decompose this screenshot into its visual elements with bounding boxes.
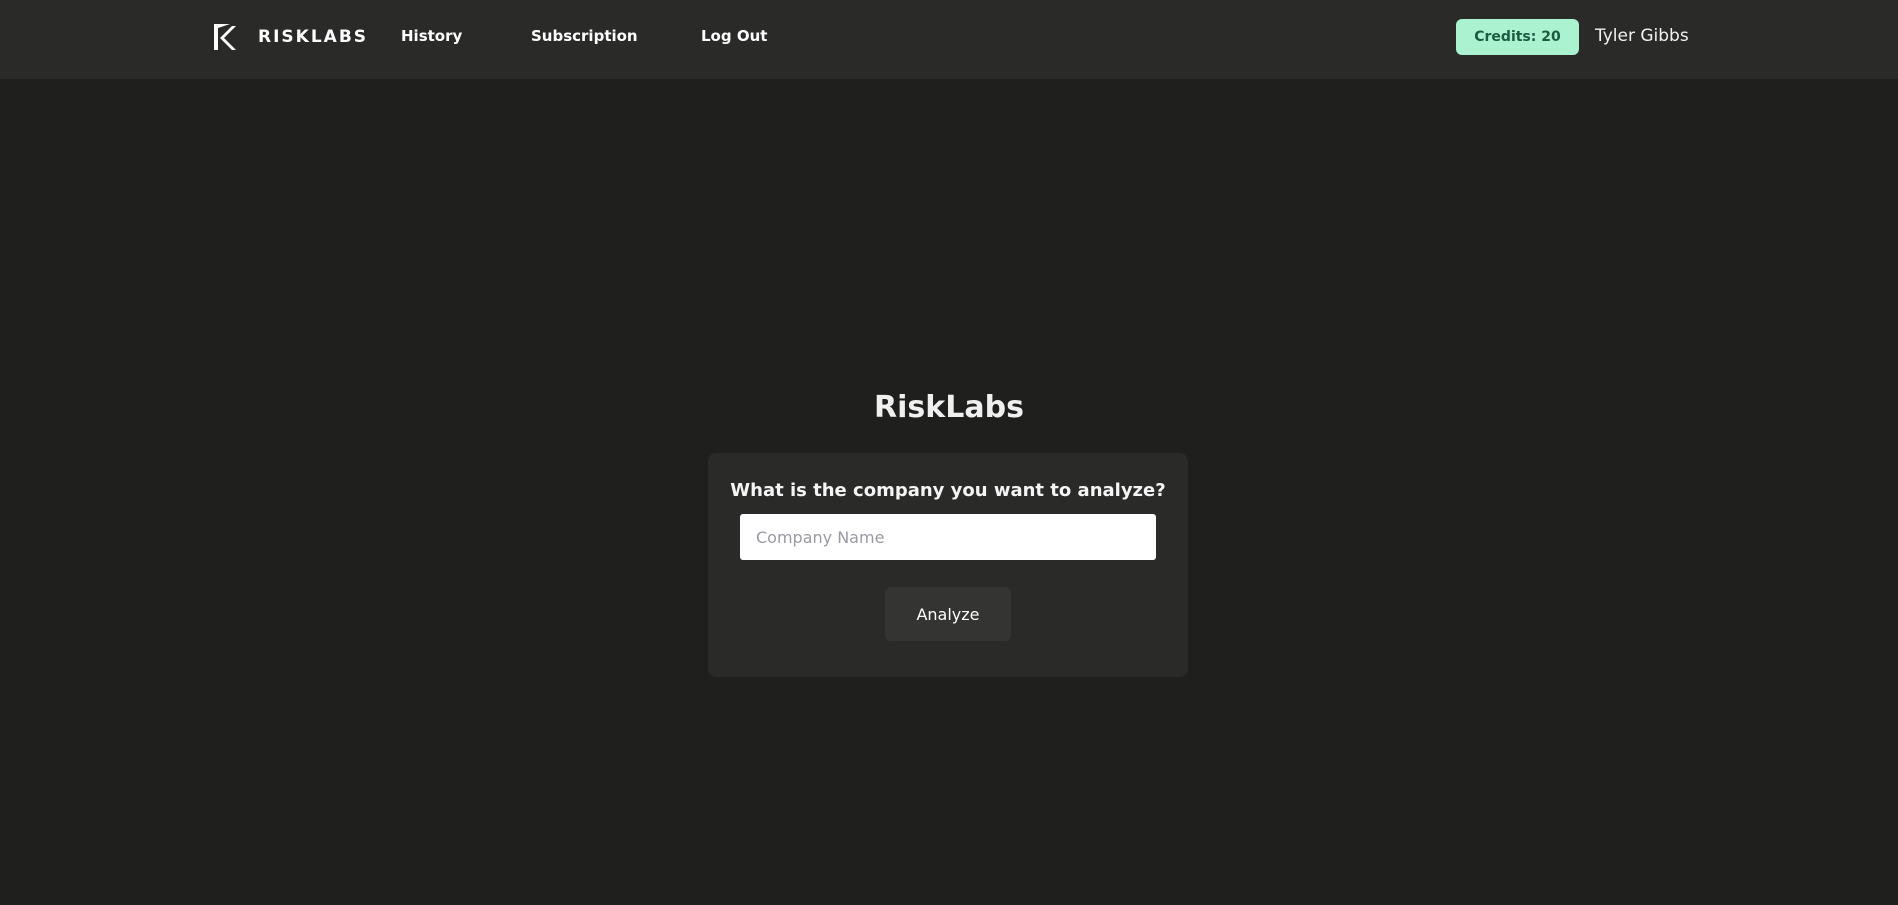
risklabs-logo-icon xyxy=(214,24,236,50)
analyze-card: What is the company you want to analyze?… xyxy=(708,453,1188,677)
credits-badge[interactable]: Credits: 20 xyxy=(1456,19,1579,55)
nav-subscription-link[interactable]: Subscription xyxy=(531,27,638,45)
user-name[interactable]: Tyler Gibbs xyxy=(1595,26,1689,46)
page-title: RiskLabs xyxy=(874,390,1024,425)
company-name-input[interactable] xyxy=(740,514,1156,560)
analyze-question-label: What is the company you want to analyze? xyxy=(730,480,1166,501)
top-navigation-bar: RISKLABS History Subscription Log Out Cr… xyxy=(0,0,1898,79)
nav-logout-link[interactable]: Log Out xyxy=(701,27,767,45)
analyze-button[interactable]: Analyze xyxy=(885,587,1011,641)
nav-history-link[interactable]: History xyxy=(401,27,462,45)
brand-home-link[interactable]: RISKLABS xyxy=(210,20,368,54)
brand-name: RISKLABS xyxy=(258,27,369,47)
